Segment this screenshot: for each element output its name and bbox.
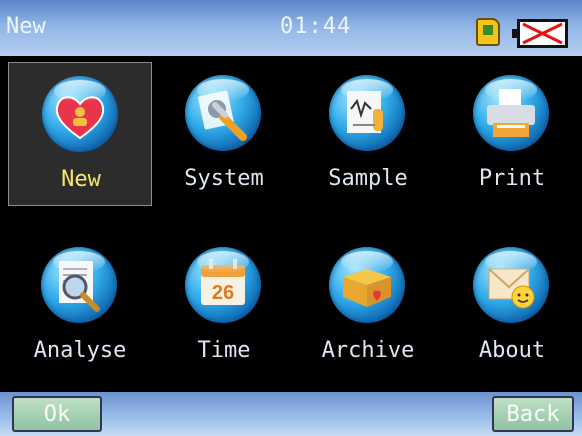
status-bar: New 01:44 <box>0 0 582 56</box>
sd-card-icon <box>476 18 500 46</box>
menu-label: Time <box>197 338 251 363</box>
printer-icon <box>473 75 549 151</box>
sample-document-icon <box>329 75 405 151</box>
page-title: New <box>6 14 46 39</box>
menu-item-sample[interactable]: Sample <box>296 62 440 206</box>
battery-empty-icon <box>512 19 568 48</box>
menu-item-archive[interactable]: Archive <box>296 234 440 378</box>
ok-button[interactable]: Ok <box>12 396 102 432</box>
calendar-icon: 26 <box>185 247 261 323</box>
menu-item-print[interactable]: Print <box>440 62 582 206</box>
menu-label: Archive <box>321 338 415 363</box>
heart-profile-icon <box>42 76 118 152</box>
wrench-settings-icon <box>185 75 261 151</box>
menu-label: Print <box>478 166 546 191</box>
menu-label: Sample <box>328 166 408 191</box>
device-screen: New 01:44 New System Sample Print Analys… <box>0 0 582 436</box>
menu-label: New <box>61 167 101 192</box>
envelope-smiley-icon <box>473 247 549 323</box>
menu-label: Analyse <box>33 338 127 363</box>
menu-label: System <box>184 166 264 191</box>
menu-item-time[interactable]: 26 Time <box>152 234 296 378</box>
menu-item-system[interactable]: System <box>152 62 296 206</box>
menu-item-new[interactable]: New <box>8 62 152 206</box>
softkey-bar: Ok Back <box>0 392 582 436</box>
menu-label: About <box>478 338 546 363</box>
clock: 01:44 <box>280 14 352 39</box>
menu-item-about[interactable]: About <box>440 234 582 378</box>
magnifier-document-icon <box>41 247 117 323</box>
main-menu-grid: New System Sample Print Analyse 26 Time … <box>0 56 582 392</box>
archive-box-icon <box>329 247 405 323</box>
back-button[interactable]: Back <box>492 396 574 432</box>
menu-item-analyse[interactable]: Analyse <box>8 234 152 378</box>
calendar-day: 26 <box>212 282 234 304</box>
